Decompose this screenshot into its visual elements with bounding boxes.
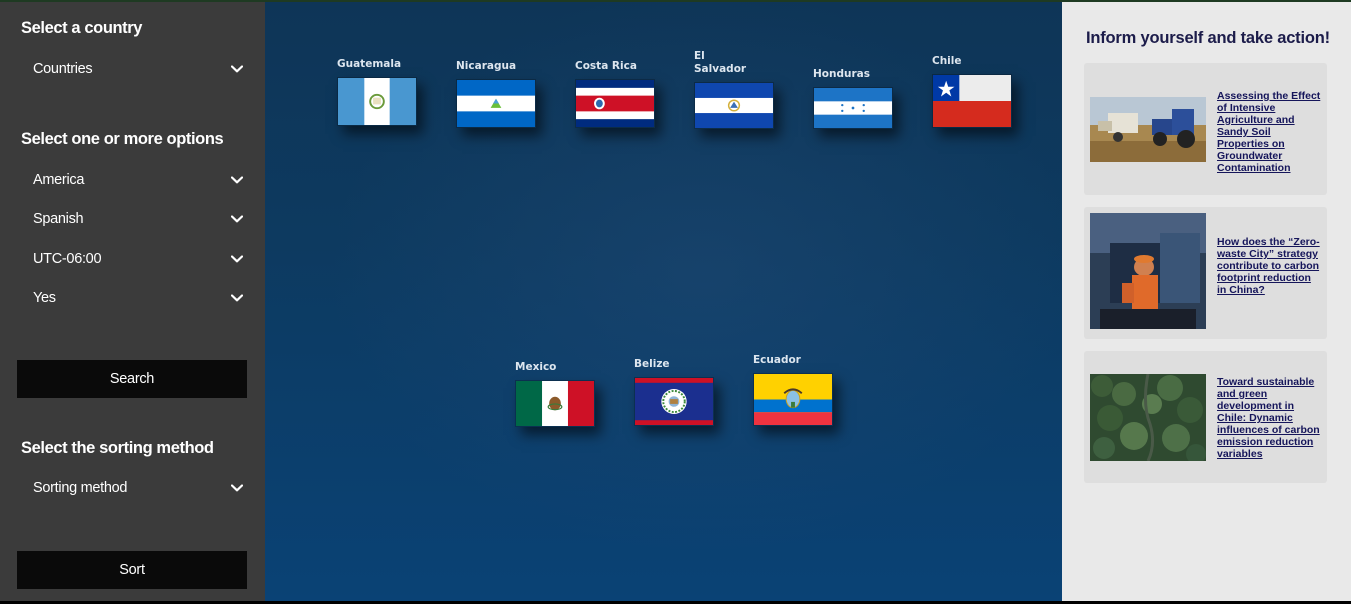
language-select-value: Spanish [33,211,84,227]
country-card-ecuador[interactable]: Ecuador [753,354,835,426]
sort-select-value: Sorting method [33,480,128,496]
article-card[interactable]: How does the “Zero-waste City” strategy … [1084,207,1327,339]
sort-button[interactable]: Sort [17,551,247,589]
language-select[interactable]: Spanish [33,208,243,230]
articles-heading: Inform yourself and take action! [1086,29,1330,47]
country-card-chile[interactable]: Chile [932,55,1014,128]
forest-aerial-photo [1090,374,1206,461]
country-card-nicaragua[interactable]: Nicaragua [456,60,538,128]
country-name: Honduras [813,68,870,80]
chevron-down-icon [231,484,243,492]
yes-no-select-value: Yes [33,290,56,306]
tractor-harvest-photo [1090,97,1206,162]
country-name: Nicaragua [456,60,517,72]
filter-sidebar: Select a country Countries Select one or… [0,2,265,601]
country-select-value: Countries [33,61,93,77]
chevron-down-icon [231,65,243,73]
articles-panel: Inform yourself and take action! Assessi… [1062,2,1351,601]
sort-heading: Select the sorting method [21,439,214,457]
waste-worker-photo [1090,213,1206,329]
yes-no-select[interactable]: Yes [33,287,243,309]
article-link[interactable]: How does the “Zero-waste City” strategy … [1217,236,1323,296]
country-name: Mexico [515,361,557,373]
honduras-flag-icon [813,87,893,129]
country-card-honduras[interactable]: Honduras [813,68,895,129]
region-select-value: America [33,172,85,188]
region-select[interactable]: America [33,169,243,191]
chevron-down-icon [231,255,243,263]
country-name: Belize [634,358,670,370]
options-heading: Select one or more options [21,130,224,148]
article-card[interactable]: Toward sustainable and green development… [1084,351,1327,483]
country-heading: Select a country [21,19,143,37]
country-name: Costa Rica [575,60,637,72]
chile-flag-icon [932,74,1012,128]
el-salvador-flag-icon [694,82,774,129]
article-card[interactable]: Assessing the Effect of Intensive Agricu… [1084,63,1327,195]
country-name: El Salvador [694,50,747,75]
sort-select[interactable]: Sorting method [33,477,243,499]
nicaragua-flag-icon [456,79,536,128]
country-card-costa-rica[interactable]: Costa Rica [575,60,657,128]
article-link[interactable]: Toward sustainable and green development… [1217,376,1323,460]
costa-rica-flag-icon [575,79,655,128]
timezone-select[interactable]: UTC-06:00 [33,248,243,270]
country-card-mexico[interactable]: Mexico [515,361,597,427]
country-name: Guatemala [337,58,402,70]
belize-flag-icon [634,377,714,426]
country-card-guatemala[interactable]: Guatemala [337,58,419,126]
chevron-down-icon [231,176,243,184]
country-select[interactable]: Countries [33,58,243,80]
country-card-belize[interactable]: Belize [634,358,716,426]
country-card-el-salvador[interactable]: El Salvador [694,50,776,129]
guatemala-flag-icon [337,77,417,126]
article-link[interactable]: Assessing the Effect of Intensive Agricu… [1217,90,1323,174]
country-name: Chile [932,55,962,67]
country-grid: Guatemala Nicaragua Costa Rica El Salvad… [265,2,1062,601]
timezone-select-value: UTC-06:00 [33,251,102,267]
country-name: Ecuador [753,354,801,366]
mexico-flag-icon [515,380,595,427]
ecuador-flag-icon [753,373,833,426]
chevron-down-icon [231,294,243,302]
chevron-down-icon [231,215,243,223]
search-button[interactable]: Search [17,360,247,398]
